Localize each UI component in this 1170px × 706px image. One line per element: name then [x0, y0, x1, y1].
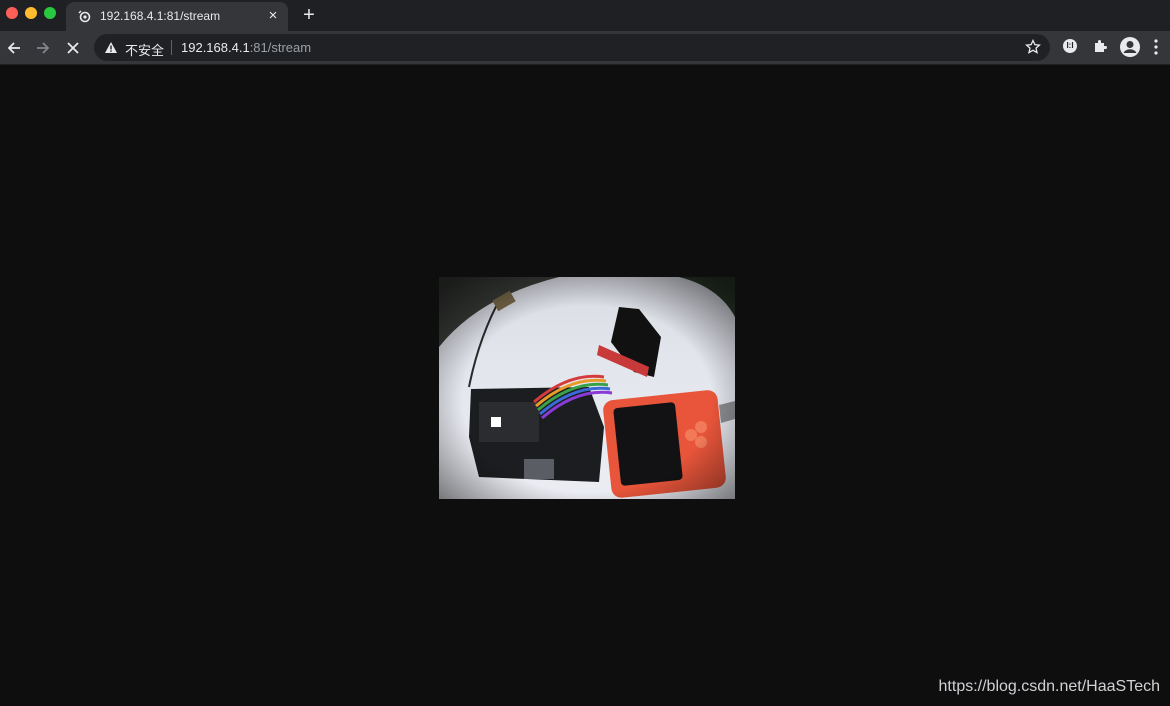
- forward-button[interactable]: [30, 35, 56, 61]
- new-tab-button[interactable]: +: [298, 4, 320, 26]
- page-viewport: https://blog.csdn.net/HaaSTech: [0, 65, 1170, 706]
- tab-stream[interactable]: 192.168.4.1:81/stream ×: [66, 2, 288, 31]
- window-maximize-button[interactable]: [44, 7, 56, 19]
- window-close-button[interactable]: [6, 7, 18, 19]
- stream-frame-illustration: [439, 277, 735, 499]
- camera-stream-image: [439, 277, 735, 499]
- tab-close-icon[interactable]: ×: [264, 7, 282, 25]
- extension-icon[interactable]: I:I: [1063, 39, 1077, 53]
- stop-loading-button[interactable]: [60, 35, 86, 61]
- bookmark-star-icon[interactable]: [1025, 39, 1041, 55]
- puzzle-extensions-icon[interactable]: [1092, 38, 1108, 54]
- window-minimize-button[interactable]: [25, 7, 37, 19]
- url-path: :81/stream: [249, 40, 312, 55]
- tab-title: 192.168.4.1:81/stream: [100, 9, 221, 23]
- back-arrow-icon: [7, 42, 20, 54]
- not-secure-warning-icon[interactable]: [104, 41, 118, 54]
- watermark-text: https://blog.csdn.net/HaaSTech: [938, 678, 1160, 695]
- stream-favicon-icon: [78, 10, 91, 23]
- not-secure-label[interactable]: 不安全: [125, 40, 164, 59]
- forward-arrow-icon: [37, 42, 50, 54]
- back-button[interactable]: [1, 35, 27, 61]
- kebab-menu-icon[interactable]: [1153, 38, 1159, 56]
- profile-avatar-icon[interactable]: [1119, 36, 1141, 58]
- address-bar[interactable]: 不安全 192.168.4.1:81/stream: [94, 34, 1050, 61]
- omnibox-divider: [171, 40, 172, 55]
- url-host: 192.168.4.1: [181, 40, 250, 55]
- url-text[interactable]: 192.168.4.1:81/stream: [181, 40, 311, 55]
- tab-strip: 192.168.4.1:81/stream × +: [0, 0, 1170, 31]
- stop-loading-icon: [67, 42, 79, 54]
- browser-toolbar: 不安全 192.168.4.1:81/stream I:I: [0, 31, 1170, 65]
